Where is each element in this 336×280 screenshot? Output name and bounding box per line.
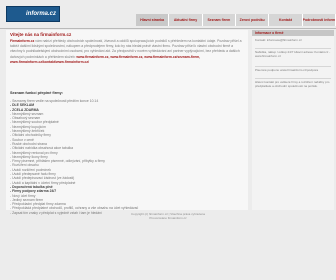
main-content: Vítejte nás na firmainform.cz Firmainfor… (6, 30, 248, 215)
header-divider (0, 28, 336, 29)
intro-paragraph: Firmainform.cz vám nabízí přehledy obcho… (10, 39, 246, 65)
sidebar-note: Hlavní kontakt pro veškeré firmy a rozší… (255, 80, 330, 88)
tab-home[interactable]: Hlavní stranka (136, 14, 170, 26)
sidebar-title: Informace o firmě (255, 31, 284, 35)
tab-contact[interactable]: Kontakt (269, 14, 303, 26)
site-logo[interactable]: informa.cz (6, 6, 60, 22)
sidebar-header: Informace o firmě (252, 30, 334, 36)
sidebar-divider (255, 66, 331, 67)
features-heading: Seznam funkcí přepiné firmy: (10, 91, 63, 95)
sidebar-info: Nabídka, nákup / odkup 24/7 Hlavní adres… (255, 50, 331, 58)
sidebar-divider (255, 48, 331, 49)
sidebar-divider (255, 78, 331, 79)
operator-text: Provozováno firmainform.cz (149, 216, 187, 221)
page-footer: Copyright (c) firmainform.cz | Všechna p… (0, 212, 336, 220)
sidebar-contact[interactable]: Kontakt: informace@firmainform.cz (255, 38, 331, 43)
sidebar-support[interactable]: Pisemné podpora: www.firmainform.cz/podp… (255, 68, 331, 73)
tab-details[interactable]: Podrobnosti informace (302, 14, 336, 26)
page-title: Vítejte nás na firmainform.cz (10, 32, 72, 37)
tab-firm-list[interactable]: Seznam firem (202, 14, 236, 26)
sidebar: Informace o firmě Kontakt: informace@fir… (252, 30, 334, 210)
intro-lead: Firmainform.cz (10, 39, 35, 43)
tab-current-firms[interactable]: Aktuální firmy (169, 14, 203, 26)
page: informa.cz Hlavní stranka Aktuální firmy… (0, 0, 336, 280)
main-nav: Hlavní stranka Aktuální firmy Seznam fir… (136, 14, 336, 26)
tab-business-support[interactable]: Zeroví podniku (235, 14, 270, 26)
logo-text: informa.cz (25, 11, 56, 17)
features-list: Seznamy firem vedle na společnosti předt… (10, 99, 138, 215)
